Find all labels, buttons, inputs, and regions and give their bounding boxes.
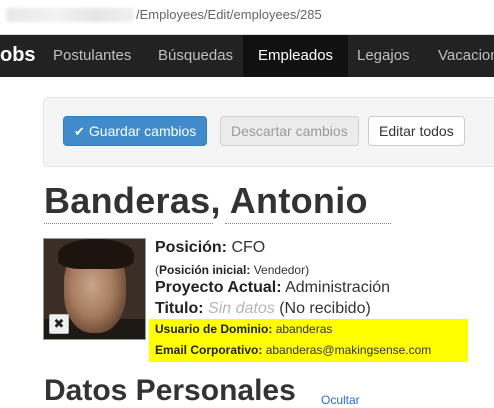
name-underline [225, 223, 391, 224]
email-value[interactable]: abanderas@makingsense.com [266, 343, 432, 357]
nav-item-busquedas[interactable]: Búsquedas [143, 35, 248, 77]
nav-item-vacaciones[interactable]: Vacacion [423, 35, 494, 77]
nav-item-legajos[interactable]: Legajos [342, 35, 425, 77]
employee-photo: ✖ [43, 238, 146, 340]
section-title: Datos Personales [44, 374, 296, 407]
nav-item-postulantes[interactable]: Postulantes [38, 35, 146, 77]
check-icon: ✔ [74, 124, 85, 139]
name-underline [44, 223, 213, 224]
posicion-label: Posición: [155, 239, 228, 256]
email-row: Email Corporativo: abanderas@makingsense… [155, 343, 431, 357]
hide-section-link[interactable]: Ocultar [321, 393, 360, 407]
proyecto-label: Proyecto Actual: [155, 279, 282, 296]
save-button[interactable]: ✔ Guardar cambios [63, 116, 208, 146]
close-icon[interactable]: ✖ [49, 314, 69, 334]
posicion-inicial-row: (Posición inicial: Vendedor) [155, 263, 310, 277]
edit-all-button[interactable]: Editar todos [368, 116, 465, 146]
action-bar: ✔ Guardar cambios Descartar cambios Edita… [43, 97, 494, 167]
brand-logo[interactable]: obs [0, 44, 36, 67]
employee-name[interactable]: Banderas, Antonio [44, 180, 368, 222]
url-domain-redacted [6, 8, 134, 22]
usuario-row: Usuario de Dominio: abanderas [155, 322, 332, 336]
usuario-label: Usuario de Dominio: [155, 322, 273, 336]
posicion-inicial-label: Posición inicial: [159, 263, 251, 277]
titulo-value[interactable]: Sin datos [208, 300, 275, 317]
save-button-label: Guardar cambios [88, 123, 197, 139]
discard-button[interactable]: Descartar cambios [220, 116, 359, 146]
titulo-status: (No recibido) [279, 300, 371, 317]
top-navbar: obs Postulantes Búsquedas Empleados Lega… [0, 35, 494, 77]
address-bar[interactable]: /Employees/Edit/employees/285 [0, 0, 494, 35]
email-label: Email Corporativo: [155, 343, 263, 357]
usuario-value[interactable]: abanderas [276, 322, 333, 336]
nav-item-empleados[interactable]: Empleados [243, 35, 349, 77]
posicion-inicial-value[interactable]: Vendedor [254, 263, 305, 277]
titulo-row: Titulo: Sin datos (No recibido) [155, 300, 371, 318]
posicion-value[interactable]: CFO [231, 239, 265, 256]
titulo-label: Titulo: [155, 300, 204, 317]
proyecto-row: Proyecto Actual: Administración [155, 279, 390, 297]
posicion-row: Posición: CFO [155, 239, 265, 257]
proyecto-value[interactable]: Administración [285, 279, 390, 296]
url-path[interactable]: /Employees/Edit/employees/285 [136, 7, 322, 22]
